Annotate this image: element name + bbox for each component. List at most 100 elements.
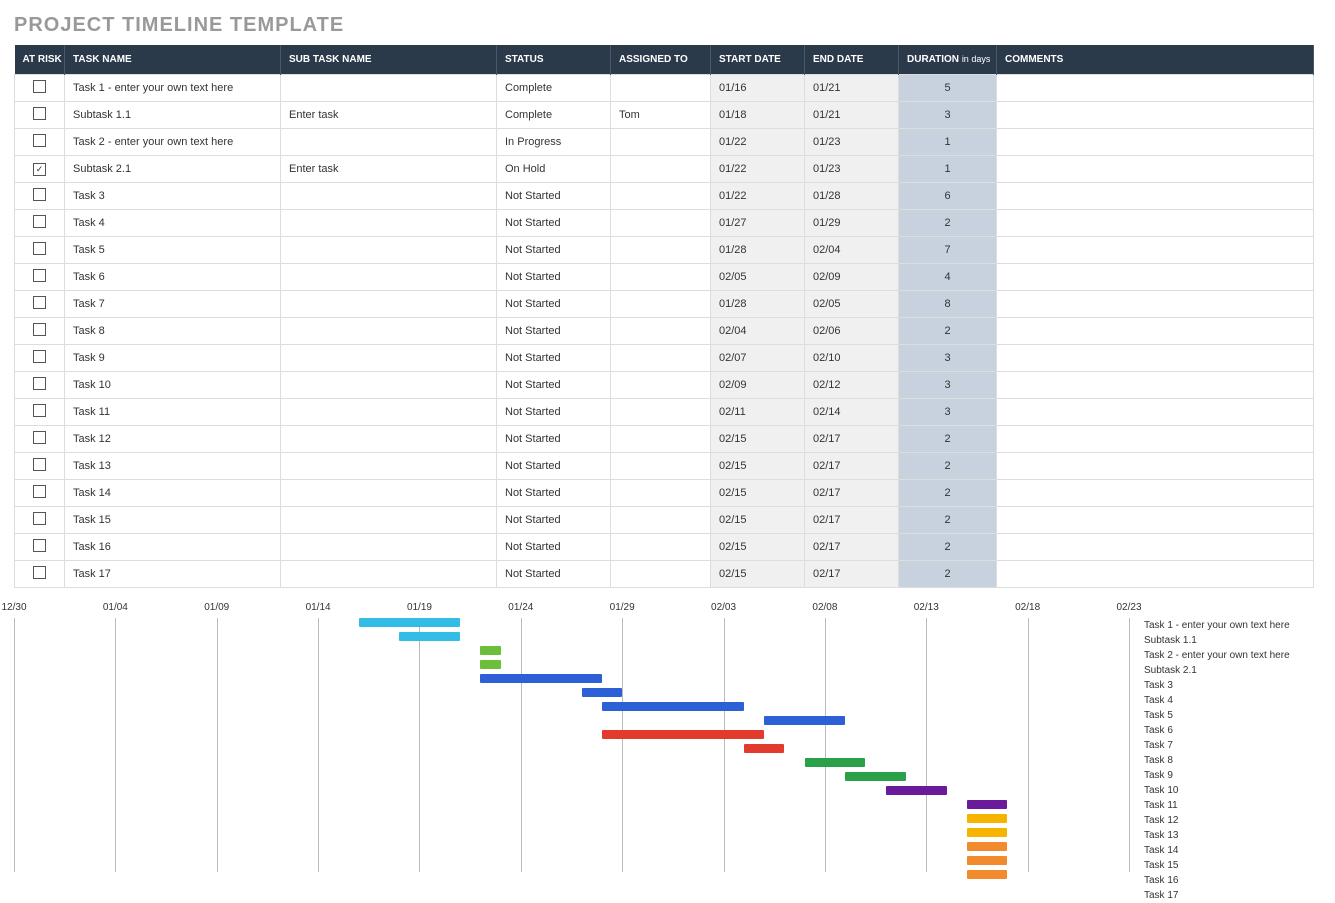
cell-comments[interactable] — [997, 264, 1314, 291]
cell-assigned[interactable] — [611, 453, 711, 480]
risk-checkbox[interactable]: ✓ — [33, 163, 46, 176]
cell-assigned[interactable] — [611, 210, 711, 237]
cell-start[interactable]: 02/07 — [711, 345, 805, 372]
cell-duration[interactable]: 2 — [899, 318, 997, 345]
cell-status[interactable]: Not Started — [497, 507, 611, 534]
cell-start[interactable]: 01/22 — [711, 156, 805, 183]
cell-assigned[interactable] — [611, 345, 711, 372]
cell-task[interactable]: Task 2 - enter your own text here — [65, 129, 281, 156]
cell-comments[interactable] — [997, 237, 1314, 264]
cell-end[interactable]: 02/17 — [805, 507, 899, 534]
cell-duration[interactable]: 8 — [899, 291, 997, 318]
cell-subtask[interactable] — [281, 318, 497, 345]
cell-start[interactable]: 02/04 — [711, 318, 805, 345]
cell-task[interactable]: Task 14 — [65, 480, 281, 507]
cell-subtask[interactable] — [281, 399, 497, 426]
cell-duration[interactable]: 3 — [899, 372, 997, 399]
cell-end[interactable]: 02/09 — [805, 264, 899, 291]
cell-subtask[interactable]: Enter task — [281, 156, 497, 183]
cell-task[interactable]: Task 9 — [65, 345, 281, 372]
risk-checkbox[interactable] — [33, 215, 46, 228]
risk-checkbox[interactable] — [33, 485, 46, 498]
cell-task[interactable]: Task 15 — [65, 507, 281, 534]
cell-comments[interactable] — [997, 453, 1314, 480]
cell-task[interactable]: Task 13 — [65, 453, 281, 480]
cell-duration[interactable]: 3 — [899, 102, 997, 129]
cell-status[interactable]: In Progress — [497, 129, 611, 156]
cell-task[interactable]: Subtask 2.1 — [65, 156, 281, 183]
cell-start[interactable]: 02/09 — [711, 372, 805, 399]
cell-start[interactable]: 01/27 — [711, 210, 805, 237]
cell-task[interactable]: Task 11 — [65, 399, 281, 426]
cell-comments[interactable] — [997, 210, 1314, 237]
cell-subtask[interactable] — [281, 264, 497, 291]
cell-end[interactable]: 02/04 — [805, 237, 899, 264]
cell-subtask[interactable] — [281, 507, 497, 534]
cell-comments[interactable] — [997, 156, 1314, 183]
cell-assigned[interactable] — [611, 561, 711, 588]
cell-status[interactable]: Not Started — [497, 534, 611, 561]
risk-checkbox[interactable] — [33, 242, 46, 255]
cell-comments[interactable] — [997, 183, 1314, 210]
cell-task[interactable]: Task 3 — [65, 183, 281, 210]
cell-subtask[interactable] — [281, 291, 497, 318]
cell-duration[interactable]: 2 — [899, 561, 997, 588]
cell-comments[interactable] — [997, 75, 1314, 102]
cell-start[interactable]: 02/11 — [711, 399, 805, 426]
risk-checkbox[interactable] — [33, 512, 46, 525]
risk-checkbox[interactable] — [33, 323, 46, 336]
cell-comments[interactable] — [997, 345, 1314, 372]
cell-end[interactable]: 02/17 — [805, 426, 899, 453]
risk-checkbox[interactable] — [33, 296, 46, 309]
cell-start[interactable]: 02/15 — [711, 480, 805, 507]
cell-comments[interactable] — [997, 372, 1314, 399]
cell-duration[interactable]: 6 — [899, 183, 997, 210]
cell-end[interactable]: 01/28 — [805, 183, 899, 210]
cell-task[interactable]: Task 1 - enter your own text here — [65, 75, 281, 102]
cell-assigned[interactable] — [611, 318, 711, 345]
cell-task[interactable]: Task 8 — [65, 318, 281, 345]
cell-duration[interactable]: 2 — [899, 507, 997, 534]
cell-comments[interactable] — [997, 399, 1314, 426]
cell-end[interactable]: 01/23 — [805, 129, 899, 156]
cell-subtask[interactable] — [281, 237, 497, 264]
cell-assigned[interactable] — [611, 372, 711, 399]
cell-assigned[interactable] — [611, 507, 711, 534]
cell-assigned[interactable] — [611, 237, 711, 264]
cell-duration[interactable]: 2 — [899, 426, 997, 453]
cell-end[interactable]: 02/17 — [805, 534, 899, 561]
cell-comments[interactable] — [997, 129, 1314, 156]
cell-end[interactable]: 02/17 — [805, 561, 899, 588]
cell-comments[interactable] — [997, 318, 1314, 345]
cell-task[interactable]: Task 6 — [65, 264, 281, 291]
cell-subtask[interactable] — [281, 345, 497, 372]
cell-duration[interactable]: 1 — [899, 129, 997, 156]
cell-status[interactable]: Not Started — [497, 210, 611, 237]
cell-status[interactable]: Complete — [497, 102, 611, 129]
cell-status[interactable]: Not Started — [497, 480, 611, 507]
risk-checkbox[interactable] — [33, 134, 46, 147]
cell-duration[interactable]: 5 — [899, 75, 997, 102]
cell-status[interactable]: Complete — [497, 75, 611, 102]
cell-assigned[interactable] — [611, 183, 711, 210]
cell-start[interactable]: 02/15 — [711, 561, 805, 588]
risk-checkbox[interactable] — [33, 269, 46, 282]
risk-checkbox[interactable] — [33, 80, 46, 93]
cell-end[interactable]: 02/14 — [805, 399, 899, 426]
cell-assigned[interactable] — [611, 264, 711, 291]
cell-duration[interactable]: 2 — [899, 453, 997, 480]
risk-checkbox[interactable] — [33, 377, 46, 390]
cell-duration[interactable]: 3 — [899, 345, 997, 372]
cell-subtask[interactable] — [281, 426, 497, 453]
cell-status[interactable]: Not Started — [497, 453, 611, 480]
cell-assigned[interactable] — [611, 291, 711, 318]
cell-start[interactable]: 02/15 — [711, 507, 805, 534]
cell-task[interactable]: Task 12 — [65, 426, 281, 453]
cell-comments[interactable] — [997, 561, 1314, 588]
cell-subtask[interactable] — [281, 480, 497, 507]
cell-duration[interactable]: 7 — [899, 237, 997, 264]
cell-task[interactable]: Task 4 — [65, 210, 281, 237]
cell-assigned[interactable]: Tom — [611, 102, 711, 129]
cell-end[interactable]: 01/21 — [805, 102, 899, 129]
cell-end[interactable]: 01/23 — [805, 156, 899, 183]
